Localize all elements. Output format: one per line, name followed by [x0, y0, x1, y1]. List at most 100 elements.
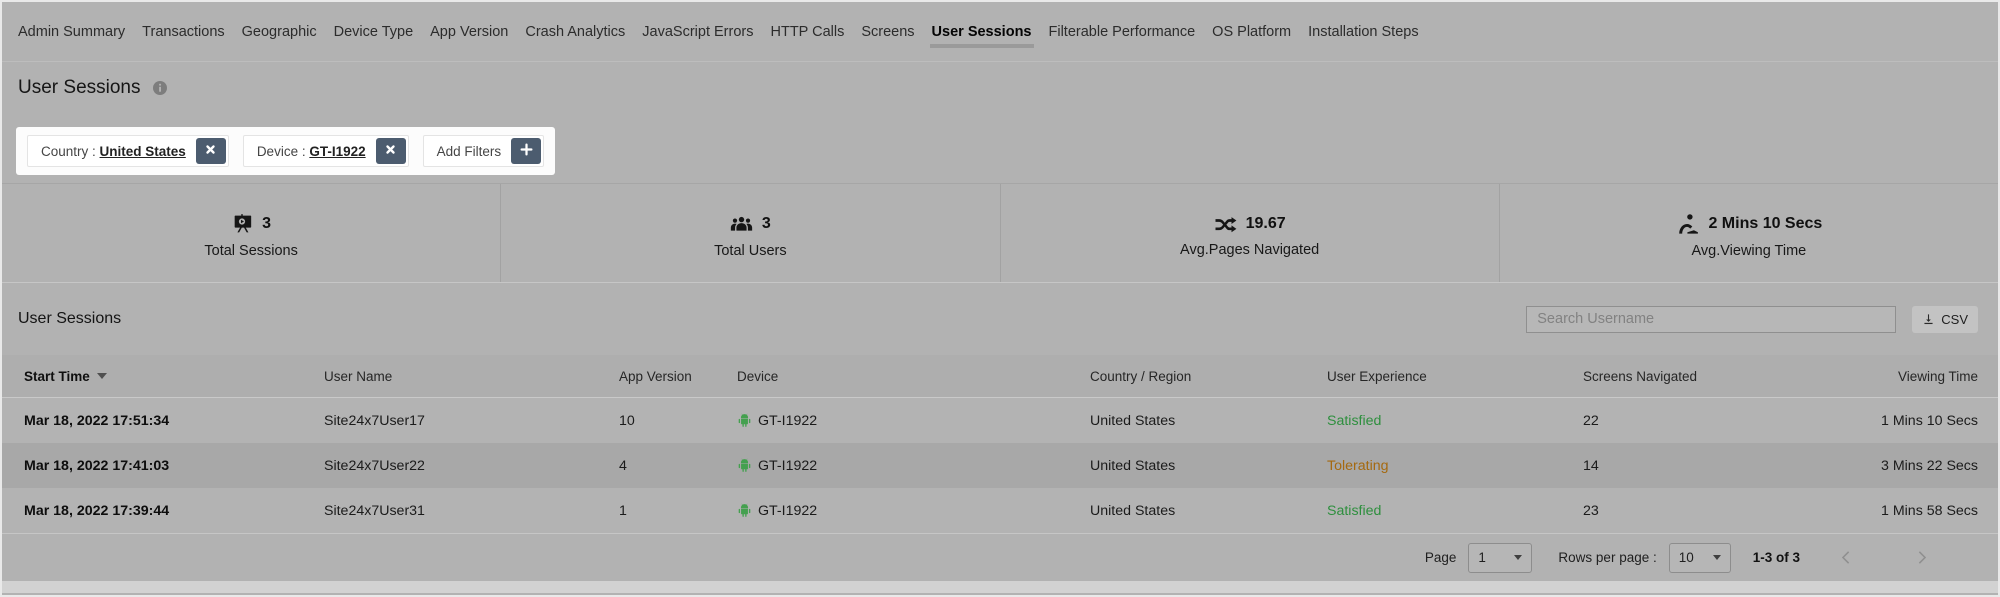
table-title: User Sessions — [18, 310, 121, 328]
pagination-bar: Page 1 Rows per page : 10 1-3 of 3 — [2, 534, 1998, 581]
column-header-label: App Version — [619, 369, 692, 384]
cell-screens: 14 — [1583, 458, 1878, 474]
table-body: Mar 18, 2022 17:51:34Site24x7User1710GT-… — [2, 398, 1998, 533]
cell-viewing-time: 1 Mins 10 Secs — [1878, 413, 1978, 429]
column-header-device[interactable]: Device — [737, 369, 1090, 384]
tab-installation-steps[interactable]: Installation Steps — [1308, 24, 1418, 40]
column-header-label: User Experience — [1327, 369, 1427, 384]
page-select[interactable]: 1 — [1468, 543, 1532, 573]
tab-filterable-performance[interactable]: Filterable Performance — [1049, 24, 1196, 40]
stat-label: Total Sessions — [204, 243, 298, 259]
info-icon[interactable] — [152, 80, 168, 96]
column-header-label: Country / Region — [1090, 369, 1191, 384]
page-select-value: 1 — [1478, 550, 1486, 565]
chevron-down-icon — [1514, 555, 1522, 560]
stat-value: 19.67 — [1246, 215, 1286, 233]
shuffle-icon — [1214, 214, 1237, 234]
stat-value-row: 19.67 — [1214, 214, 1286, 234]
next-page-button[interactable] — [1913, 549, 1930, 566]
tab-user-sessions[interactable]: User Sessions — [932, 24, 1032, 40]
filter-value-link[interactable]: United States — [100, 144, 186, 159]
android-icon — [737, 503, 752, 518]
experience-badge: Satisfied — [1327, 413, 1583, 429]
csv-label: CSV — [1941, 312, 1968, 327]
column-header-start-time[interactable]: Start Time — [24, 369, 324, 384]
cell-start-time: Mar 18, 2022 17:39:44 — [24, 503, 324, 519]
stat-value-row: 3 — [231, 213, 271, 235]
sort-desc-icon — [97, 373, 107, 379]
add-filters-chip: Add Filters — [423, 135, 545, 167]
session-presentation-icon — [231, 213, 253, 235]
filter-chip-text: Device : GT-I1922 — [246, 144, 376, 159]
filter-chip-country: Country : United States — [27, 135, 229, 167]
tab-geographic[interactable]: Geographic — [242, 24, 317, 40]
tab-http-calls[interactable]: HTTP Calls — [770, 24, 844, 40]
filter-bar: Country : United States Device : GT-I1922… — [16, 127, 555, 175]
cell-app-version: 4 — [619, 458, 737, 474]
plus-icon — [519, 142, 534, 160]
filter-label: Country : — [41, 144, 100, 159]
filter-value-link[interactable]: GT-I1922 — [309, 144, 365, 159]
add-filters-label: Add Filters — [426, 144, 512, 159]
column-header-label: Viewing Time — [1898, 369, 1978, 384]
tab-transactions[interactable]: Transactions — [142, 24, 224, 40]
tab-crash-analytics[interactable]: Crash Analytics — [525, 24, 625, 40]
stat-value: 2 Mins 10 Secs — [1708, 215, 1822, 233]
column-header-screens-navigated[interactable]: Screens Navigated — [1583, 369, 1878, 384]
column-header-country-region[interactable]: Country / Region — [1090, 369, 1327, 384]
previous-page-button[interactable] — [1838, 549, 1855, 566]
pagination-range: 1-3 of 3 — [1753, 550, 1800, 565]
tab-javascript-errors[interactable]: JavaScript Errors — [642, 24, 753, 40]
close-icon — [203, 142, 218, 160]
rows-per-page-value: 10 — [1679, 550, 1694, 565]
user-sessions-dashboard: Admin Summary Transactions Geographic Devic… — [0, 0, 2000, 597]
tab-admin-summary[interactable]: Admin Summary — [18, 24, 125, 40]
tab-device-type[interactable]: Device Type — [334, 24, 414, 40]
session-row[interactable]: Mar 18, 2022 17:39:44Site24x7User311GT-I… — [2, 488, 1998, 533]
column-header-app-version[interactable]: App Version — [619, 369, 737, 384]
page-label: Page — [1425, 550, 1457, 565]
device-name: GT-I1922 — [758, 458, 817, 474]
column-header-user-experience[interactable]: User Experience — [1327, 369, 1583, 384]
cell-start-time: Mar 18, 2022 17:41:03 — [24, 458, 324, 474]
cell-user-name: Site24x7User31 — [324, 503, 619, 519]
tab-screens[interactable]: Screens — [861, 24, 914, 40]
column-header-user-name[interactable]: User Name — [324, 369, 619, 384]
session-row[interactable]: Mar 18, 2022 17:41:03Site24x7User224 GT-I… — [2, 443, 1998, 488]
bottom-strip — [2, 581, 1998, 593]
stat-value: 3 — [262, 215, 271, 233]
cell-country: United States — [1090, 458, 1327, 474]
rows-per-page-select[interactable]: 10 — [1669, 543, 1731, 573]
stat-label: Total Users — [714, 243, 787, 259]
cell-app-version: 1 — [619, 503, 737, 519]
tab-os-platform[interactable]: OS Platform — [1212, 24, 1291, 40]
filter-chip-device: Device : GT-I1922 — [243, 135, 409, 167]
stat-label: Avg.Viewing Time — [1692, 243, 1807, 259]
close-icon — [383, 142, 398, 160]
cell-device: GT-I1922 — [737, 503, 1090, 519]
session-row[interactable]: Mar 18, 2022 17:51:34Site24x7User1710GT-… — [2, 398, 1998, 443]
column-header-label: User Name — [324, 369, 392, 384]
cell-screens: 22 — [1583, 413, 1878, 429]
add-filter-button[interactable] — [511, 138, 541, 164]
stat-value: 3 — [762, 215, 771, 233]
table-toolbar: User Sessions CSV — [2, 283, 1998, 355]
column-header-viewing-time[interactable]: Viewing Time — [1878, 369, 1978, 384]
search-input[interactable] — [1526, 306, 1896, 333]
cell-user-name: Site24x7User22 — [324, 458, 619, 474]
stat-total-users: 3 Total Users — [500, 184, 999, 282]
cell-viewing-time: 1 Mins 58 Secs — [1878, 503, 1978, 519]
csv-export-button[interactable]: CSV — [1912, 306, 1978, 333]
viewing-time-icon — [1675, 213, 1699, 235]
summary-stats: 3Total Sessions3Total Users19.67Avg.Page… — [2, 184, 1998, 282]
cell-device: GT-I1922 — [737, 413, 1090, 429]
cell-country: United States — [1090, 503, 1327, 519]
tab-app-version[interactable]: App Version — [430, 24, 508, 40]
tab-bar: Admin Summary Transactions Geographic Devic… — [2, 2, 1998, 62]
remove-filter-button[interactable] — [376, 138, 406, 164]
device-name: GT-I1922 — [758, 413, 817, 429]
column-header-label: Start Time — [24, 369, 90, 384]
stat-total-sessions: 3 Total Sessions — [2, 184, 500, 282]
download-icon — [1922, 313, 1935, 326]
remove-filter-button[interactable] — [196, 138, 226, 164]
